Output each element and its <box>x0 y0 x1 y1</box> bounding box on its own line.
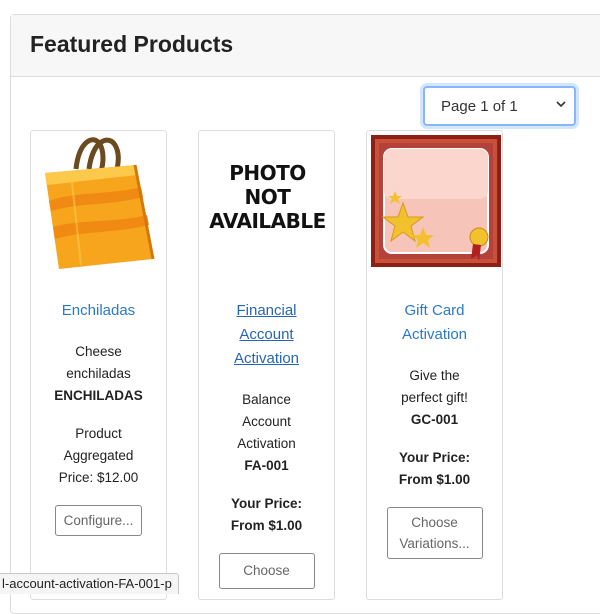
product-price-value: From $1.00 <box>230 518 303 533</box>
product-image[interactable] <box>31 131 168 271</box>
product-price-label: Your Price: <box>230 496 303 511</box>
panel-header: Featured Products <box>11 15 600 77</box>
product-sku: ENCHILADAS <box>54 388 143 403</box>
choose-button[interactable]: Choose <box>218 553 315 589</box>
product-name-link[interactable]: Enchiladas <box>39 299 158 323</box>
product-price: Product <box>75 426 122 441</box>
product-desc: Give the <box>409 368 460 383</box>
choose-variations-button[interactable]: Choose Variations... <box>386 507 483 559</box>
shopping-bag-icon <box>45 137 155 269</box>
product-price: Aggregated <box>63 448 134 463</box>
product-card: PHOTO NOT AVAILABLE Financial Account Ac… <box>198 130 335 600</box>
product-desc: enchiladas <box>66 366 131 381</box>
page-select[interactable]: Page 1 of 1 <box>423 86 576 126</box>
product-desc: Activation <box>237 436 296 451</box>
product-card: Enchiladas Cheese enchiladas ENCHILADAS … <box>30 130 167 600</box>
product-price-label: Your Price: <box>398 450 471 465</box>
product-image[interactable] <box>367 131 504 271</box>
link-url-status: l-account-activation-FA-001-p <box>0 573 179 594</box>
product-price: Price: $12.00 <box>58 470 139 485</box>
configure-button[interactable]: Configure... <box>54 505 143 536</box>
product-desc: Balance <box>242 392 291 407</box>
product-name-link[interactable]: Financial Account Activation <box>207 299 326 371</box>
product-name-link[interactable]: Gift Card Activation <box>375 299 494 347</box>
product-card: Gift Card Activation Give the perfect gi… <box>366 130 503 600</box>
product-sku: GC-001 <box>410 412 459 427</box>
page-title: Featured Products <box>30 31 234 57</box>
chevron-down-icon <box>556 101 566 108</box>
photo-not-available-image: PHOTO NOT AVAILABLE <box>209 161 326 233</box>
product-sku: FA-001 <box>244 458 289 473</box>
product-desc: Cheese <box>75 344 122 359</box>
product-price-value: From $1.00 <box>398 472 471 487</box>
product-desc: Account <box>242 414 291 429</box>
gift-card-image <box>371 135 501 267</box>
page-select-value: Page 1 of 1 <box>441 97 518 115</box>
product-desc: perfect gift! <box>401 390 468 405</box>
product-image[interactable]: PHOTO NOT AVAILABLE <box>199 131 336 271</box>
